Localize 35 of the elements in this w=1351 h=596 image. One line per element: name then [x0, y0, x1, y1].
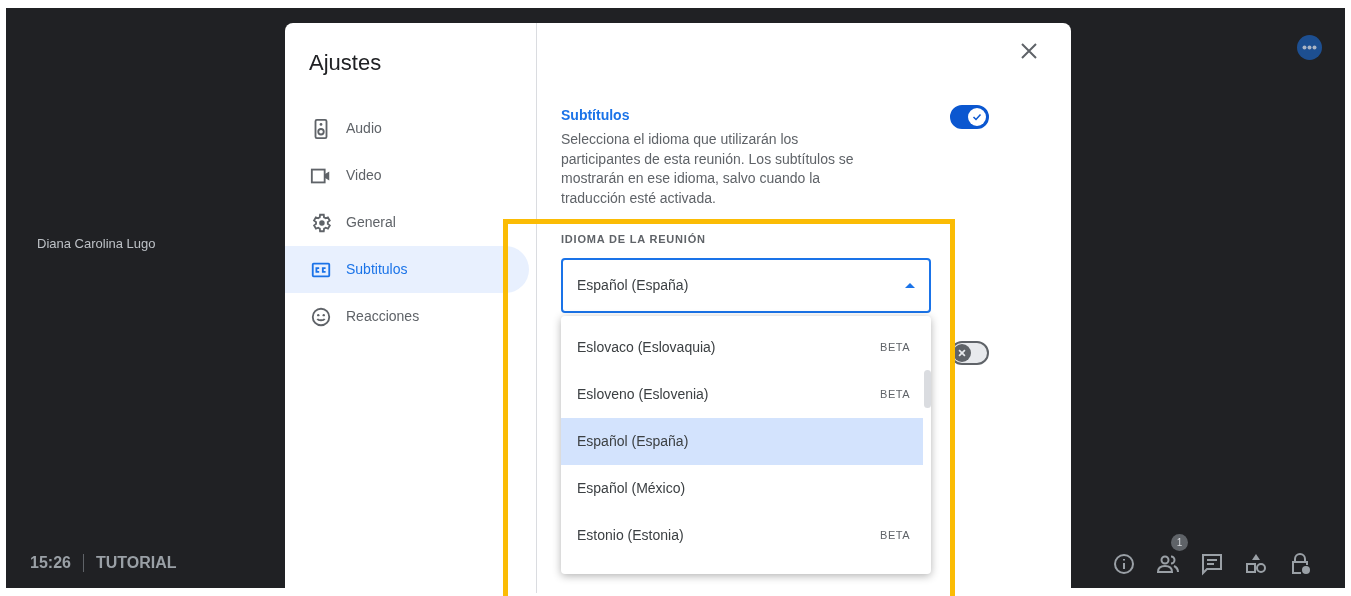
field-label: IDIOMA DE LA REUNIÓN — [561, 232, 707, 247]
language-select[interactable]: Español (España) — [561, 257, 931, 313]
dropdown-option[interactable]: Español (México) — [561, 465, 923, 512]
shapes-icon[interactable] — [1244, 552, 1268, 576]
beta-tag: BETA — [880, 339, 910, 356]
section-title: Subtítulos — [561, 106, 630, 125]
info-icon[interactable] — [1112, 552, 1136, 576]
scrollbar-thumb — [924, 370, 931, 408]
beta-tag: BETA — [880, 527, 910, 544]
close-icon — [1021, 43, 1037, 59]
dialog-title: Ajustes — [309, 49, 383, 77]
dropdown-option[interactable]: Eslovaco (Eslovaquia) BETA — [561, 324, 923, 371]
nav-item[interactable]: Video — [285, 152, 529, 199]
meeting-time: 15:26 — [30, 553, 71, 573]
dropdown-option[interactable]: Español (España) — [561, 418, 923, 465]
check-icon — [971, 111, 983, 123]
caret-up-icon — [905, 282, 915, 288]
smiley-icon — [310, 305, 332, 328]
section-description: Selecciona el idioma que utilizarán los participantes de esta reunión. Los subtítulos se mostrarán en ese idioma, salvo cuando la traducción esté activada. — [561, 130, 855, 208]
chat-icon[interactable] — [1200, 552, 1224, 576]
more-options-button[interactable] — [1297, 35, 1322, 60]
close-icon — [957, 347, 967, 358]
notification-badge: 1 — [1171, 534, 1188, 551]
dropdown-option[interactable]: Estonio (Estonia) BETA — [561, 512, 923, 559]
meeting-title: TUTORIAL — [95, 553, 177, 573]
settings-icon — [310, 211, 332, 234]
nav-item[interactable]: Audio — [285, 105, 529, 152]
dropdown-option[interactable]: Esloveno (Eslovenia) BETA — [561, 371, 923, 418]
more-icon — [1302, 45, 1317, 50]
toggle-switch[interactable] — [950, 105, 989, 129]
nav-item[interactable]: Subtitulos — [285, 246, 529, 293]
nav-item[interactable]: Reacciones — [285, 293, 529, 340]
participant-name: Diana Carolina Lugo — [37, 235, 156, 253]
nav-item[interactable]: General — [285, 199, 529, 246]
beta-tag: BETA — [880, 386, 910, 403]
